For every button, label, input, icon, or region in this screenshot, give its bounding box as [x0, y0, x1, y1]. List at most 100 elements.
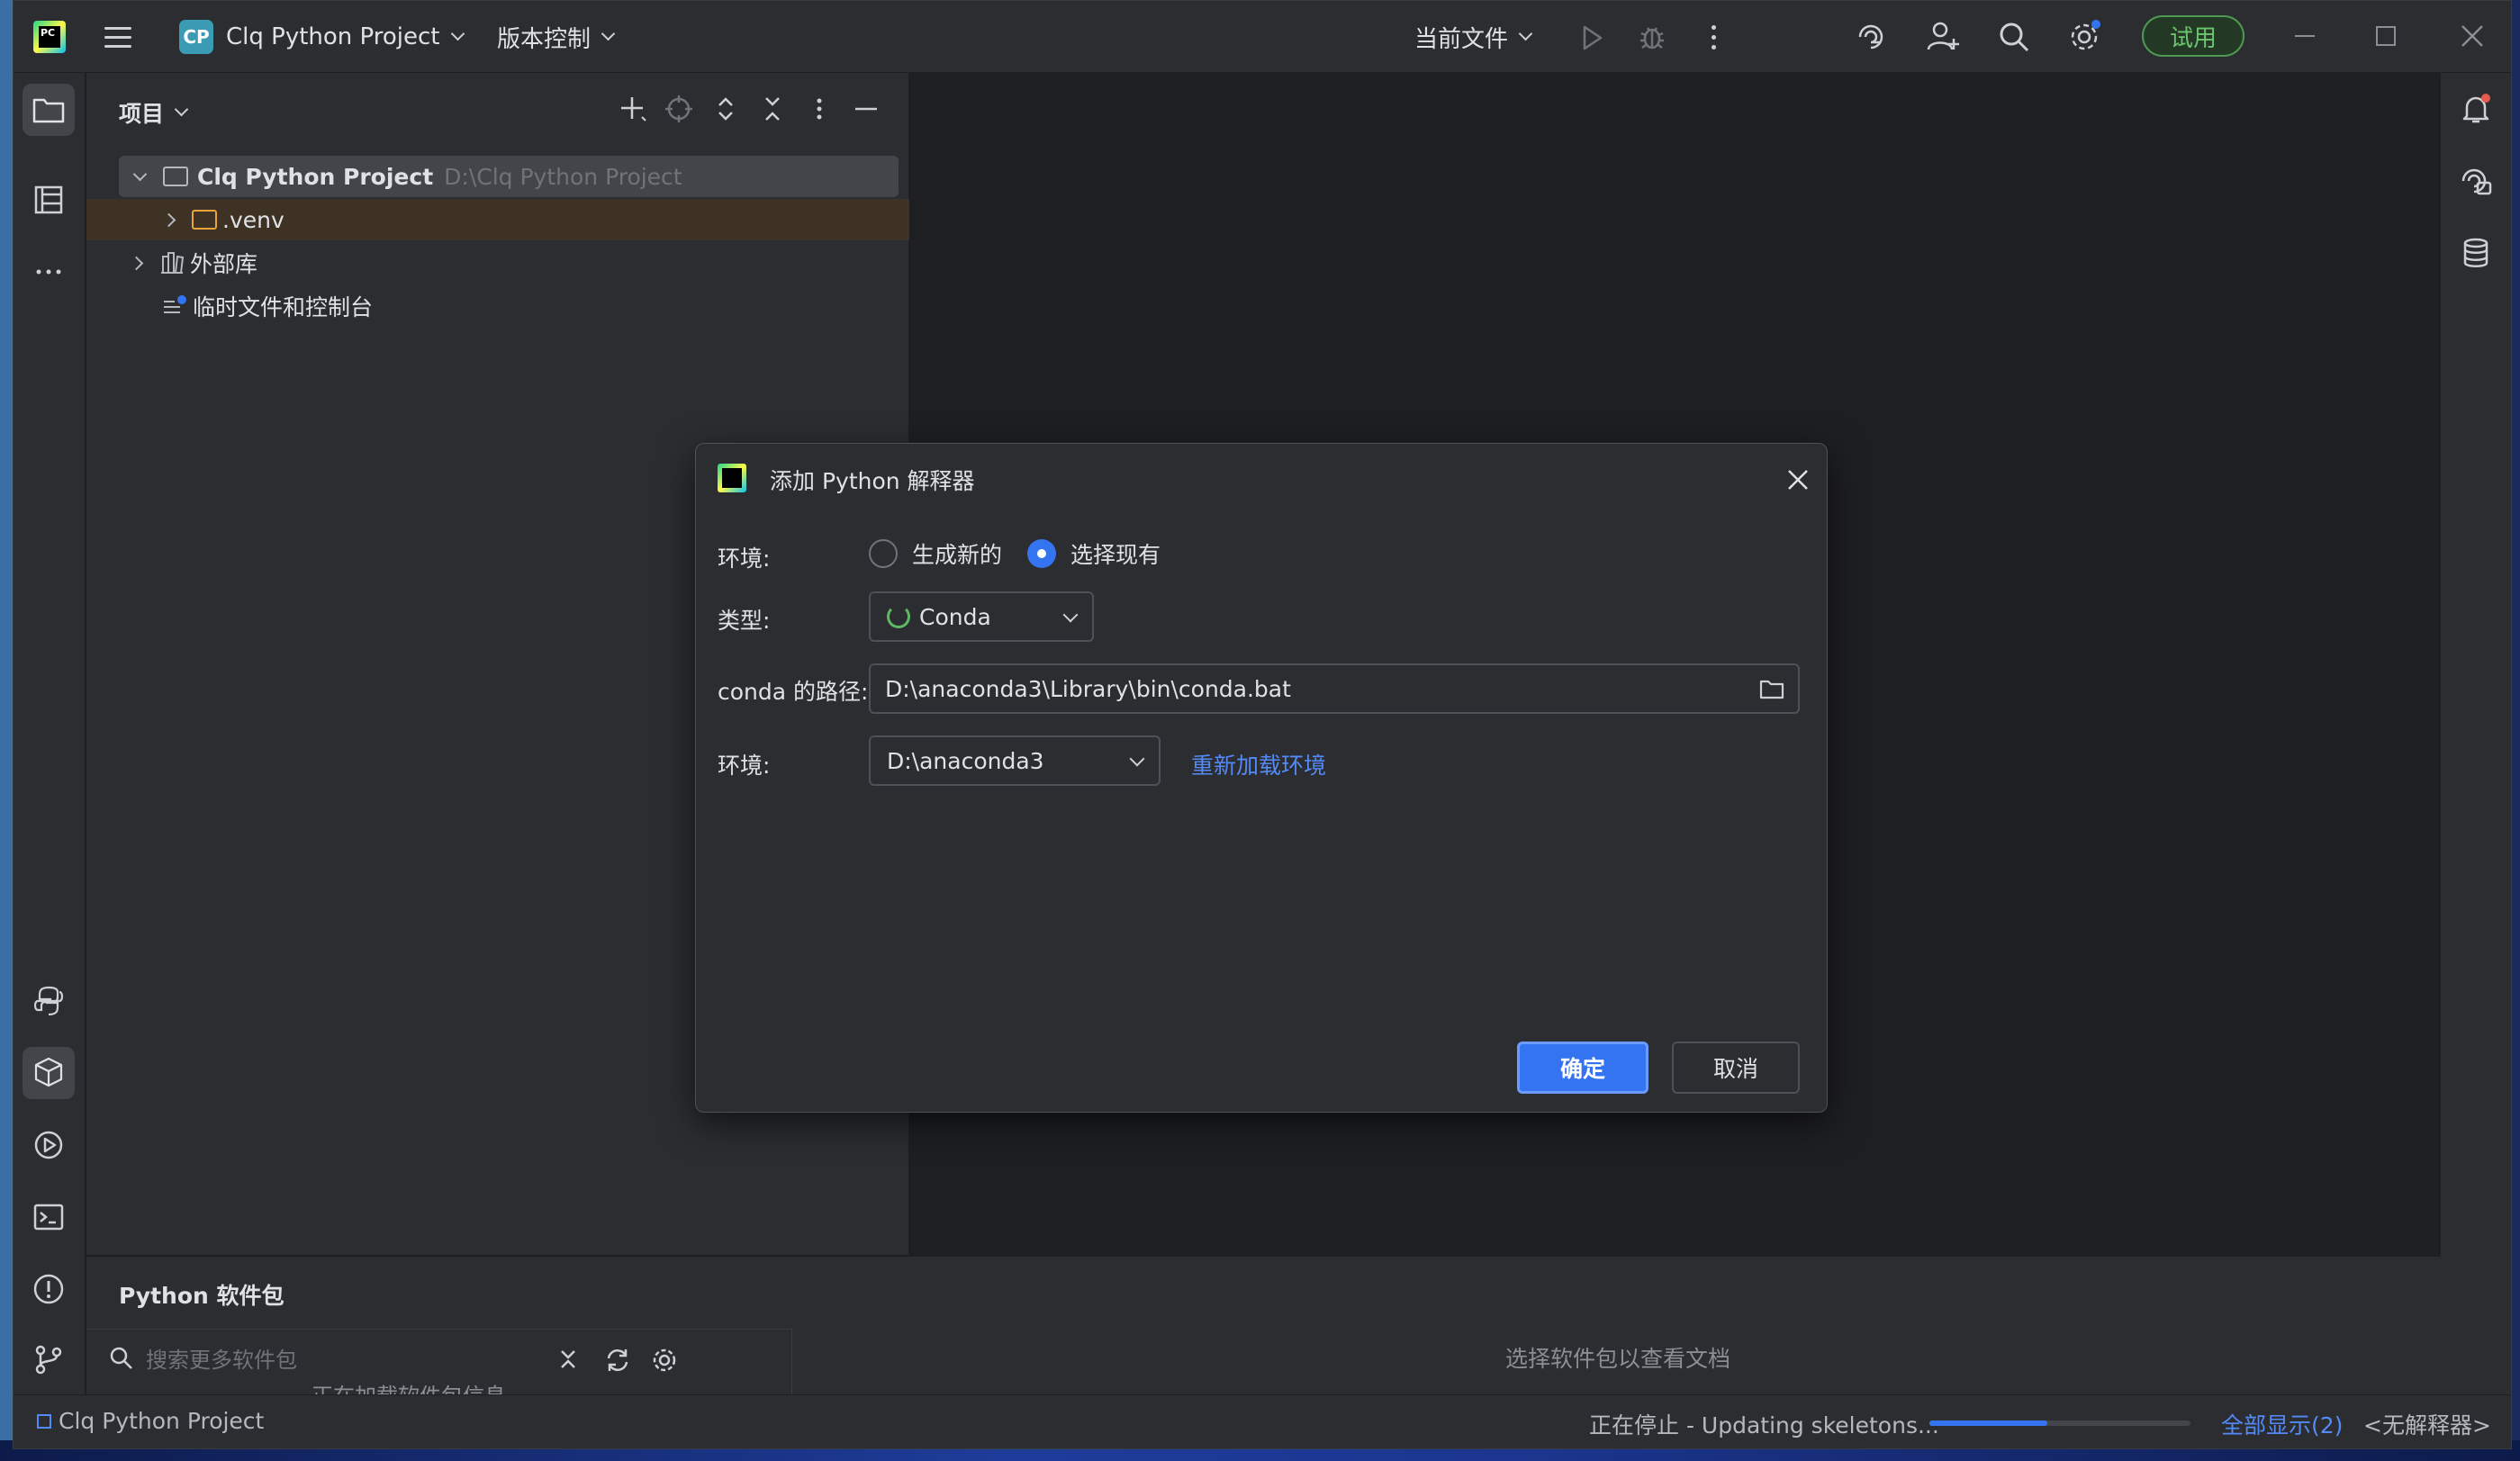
trial-button[interactable]: 试用 — [2142, 15, 2245, 57]
project-switcher[interactable]: Clq Python Project — [226, 19, 465, 55]
structure-icon[interactable] — [23, 174, 75, 226]
package-search-field[interactable]: 搜索更多软件包 — [108, 1342, 297, 1374]
tree-item-external-libraries[interactable]: 外部库 — [119, 242, 899, 284]
loading-spinner-icon — [887, 605, 910, 628]
package-docs-hint: 选择软件包以查看文档 — [1505, 1346, 1731, 1372]
folder-icon — [163, 167, 188, 186]
project-tool-folder-icon[interactable] — [23, 84, 75, 136]
close-icon[interactable] — [1785, 467, 1811, 492]
library-icon — [161, 252, 185, 274]
status-project[interactable]: Clq Python Project — [37, 1408, 264, 1434]
type-dropdown[interactable]: Conda — [869, 591, 1094, 642]
chevron-right-icon — [161, 212, 176, 227]
dialog-title: 添加 Python 解释器 — [770, 468, 975, 494]
refresh-icon[interactable] — [603, 1346, 632, 1375]
new-file-icon[interactable] — [614, 93, 650, 125]
progress-fill — [1929, 1420, 2047, 1426]
radio-circle — [869, 539, 898, 568]
interpreter-selector[interactable]: <无解释器> — [2363, 1408, 2491, 1440]
python-console-icon[interactable] — [23, 975, 75, 1027]
chevron-down-icon — [1062, 607, 1079, 623]
project-square-icon — [37, 1413, 51, 1429]
conda-path-field[interactable]: D:\anaconda3\Library\bin\conda.bat — [869, 663, 1800, 714]
pycharm-logo-icon — [718, 464, 746, 492]
minimize-icon[interactable] — [2295, 35, 2315, 37]
current-file-label: 当前文件 — [1414, 25, 1509, 53]
environment-dropdown-value: D:\anaconda3 — [887, 747, 1044, 774]
project-name: Clq Python Project — [226, 23, 440, 50]
project-panel-title[interactable]: 项目 — [119, 96, 189, 129]
status-bar: Clq Python Project 正在停止 - Updating skele… — [14, 1394, 2511, 1448]
vcs-label: 版本控制 — [497, 25, 592, 53]
tree-item-project-root[interactable]: Clq Python Project D:\Clq Python Project — [119, 156, 899, 197]
tree-item-path: D:\Clq Python Project — [444, 163, 682, 190]
ai-assistant-icon[interactable] — [1853, 19, 1889, 55]
tree-item-label: 临时文件和控制台 — [193, 294, 374, 320]
problems-icon[interactable] — [23, 1263, 75, 1315]
package-settings-gear-icon[interactable] — [650, 1346, 679, 1375]
package-search-placeholder: 搜索更多软件包 — [146, 1348, 297, 1373]
title-bar: PC CP Clq Python Project 版本控制 当前文件 试用 — [14, 1, 2511, 73]
right-tool-strip — [2439, 73, 2511, 1394]
add-interpreter-dialog: 添加 Python 解释器 环境: 生成新的 选择现有 类型: Conda co… — [695, 443, 1828, 1113]
reload-environments-link[interactable]: 重新加载环境 — [1191, 748, 1326, 780]
maximize-icon[interactable] — [2376, 26, 2396, 46]
tree-item-venv[interactable]: .venv — [86, 199, 909, 240]
packages-panel-title: Python 软件包 — [119, 1283, 285, 1309]
tree-item-scratches[interactable]: 临时文件和控制台 — [119, 285, 899, 327]
chevron-down-icon — [601, 26, 616, 41]
conda-path-value: D:\anaconda3\Library\bin\conda.bat — [885, 675, 1291, 702]
type-dropdown-value: Conda — [919, 603, 991, 630]
hide-panel-icon[interactable] — [848, 93, 884, 125]
project-panel-title-label: 项目 — [119, 101, 165, 127]
services-run-icon[interactable] — [23, 1119, 75, 1171]
python-packages-icon[interactable] — [23, 1047, 75, 1099]
cancel-button[interactable]: 取消 — [1672, 1042, 1800, 1094]
debug-icon[interactable] — [1636, 21, 1668, 53]
terminal-icon[interactable] — [23, 1191, 75, 1243]
expand-all-icon[interactable] — [708, 93, 744, 125]
chevron-down-icon — [1518, 26, 1533, 41]
search-icon — [110, 1347, 132, 1369]
scratches-icon — [164, 295, 186, 313]
tree-item-label: Clq Python Project — [197, 163, 434, 190]
show-all-tasks-link[interactable]: 全部显示(2) — [2221, 1408, 2343, 1440]
chevron-right-icon — [129, 256, 144, 270]
more-tools-icon[interactable] — [23, 246, 75, 298]
add-user-icon[interactable] — [1925, 19, 1961, 55]
chevron-down-icon — [174, 102, 189, 116]
ok-button[interactable]: 确定 — [1517, 1042, 1648, 1094]
ai-chat-icon[interactable] — [2456, 161, 2496, 201]
conda-path-label: conda 的路径: — [718, 679, 869, 705]
collapse-icon[interactable] — [556, 1348, 580, 1371]
desktop-background — [0, 0, 13, 1461]
locate-file-icon[interactable] — [661, 93, 697, 125]
settings-gear-icon[interactable] — [2066, 17, 2104, 55]
collapse-all-icon[interactable] — [754, 93, 790, 125]
packages-list-pane: 搜索更多软件包 正在加载软件包信息 — [86, 1329, 792, 1409]
browse-folder-icon[interactable] — [1758, 676, 1785, 701]
folder-icon — [192, 210, 217, 230]
close-window-icon[interactable] — [2457, 21, 2488, 51]
radio-new-environment[interactable]: 生成新的 — [869, 537, 1002, 570]
vcs-menu[interactable]: 版本控制 — [497, 19, 616, 55]
run-icon[interactable] — [1576, 23, 1607, 53]
search-icon[interactable] — [1996, 19, 2032, 55]
notifications-bell-icon[interactable] — [2456, 89, 2496, 129]
main-menu-icon[interactable] — [102, 21, 134, 53]
environment-dropdown[interactable]: D:\anaconda3 — [869, 735, 1161, 786]
project-badge[interactable]: CP — [179, 20, 213, 54]
environment2-label: 环境: — [718, 753, 771, 779]
pycharm-logo-icon[interactable]: PC — [33, 21, 66, 53]
background-task-text[interactable]: 正在停止 - Updating skeletons... — [1589, 1408, 1939, 1440]
panel-options-icon[interactable] — [801, 93, 837, 125]
more-options-icon[interactable] — [1699, 21, 1721, 53]
chevron-down-icon — [132, 167, 148, 181]
database-icon[interactable] — [2456, 233, 2496, 273]
radio-existing-environment[interactable]: 选择现有 — [1027, 537, 1161, 570]
run-config-selector[interactable]: 当前文件 — [1414, 19, 1533, 55]
tree-item-label: 外部库 — [190, 251, 258, 277]
radio-circle-selected — [1027, 539, 1056, 568]
environment-label: 环境: — [718, 546, 771, 572]
git-branch-icon[interactable] — [23, 1333, 75, 1385]
